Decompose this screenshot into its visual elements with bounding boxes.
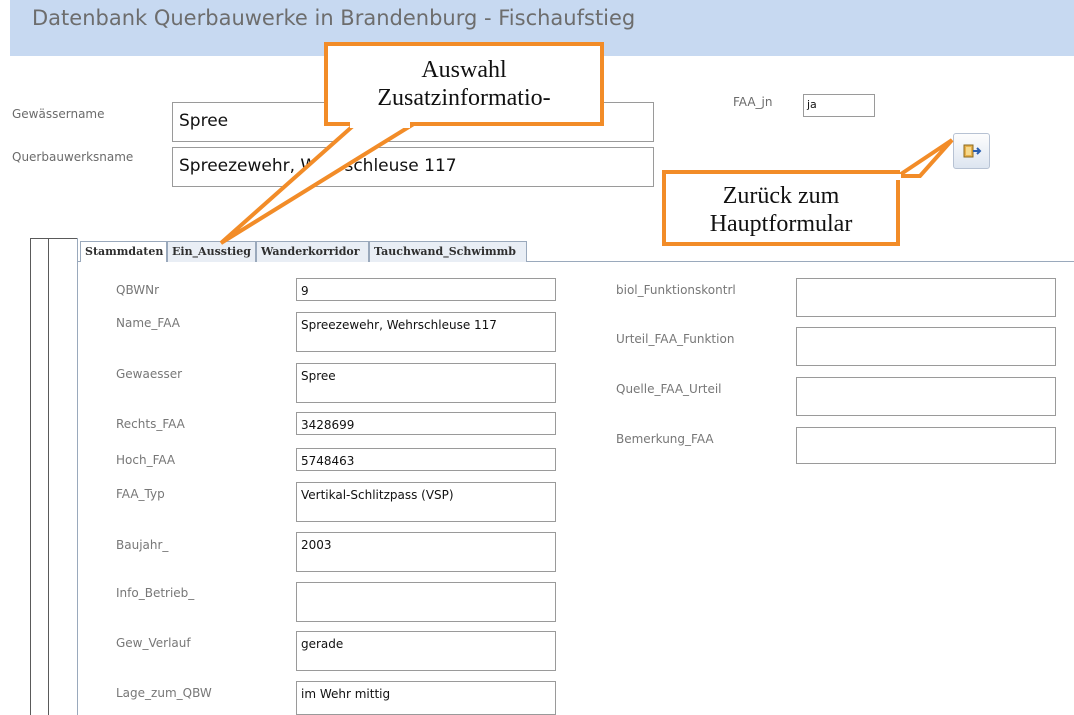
callout-join-mask-2 bbox=[893, 174, 901, 180]
auswahl-callout-line2: Zusatzinformatio- bbox=[377, 85, 551, 111]
auswahl-callout: Auswahl Zusatzinformatio- bbox=[324, 42, 604, 126]
auswahl-callout-line1: Auswahl bbox=[421, 57, 507, 83]
zurueck-callout-line1: Zurück zum bbox=[722, 183, 840, 209]
auswahl-callout-pointer bbox=[219, 123, 420, 245]
zurueck-callout-pointer bbox=[891, 138, 954, 178]
zurueck-callout: Zurück zum Hauptformular bbox=[662, 170, 900, 246]
callout-join-mask bbox=[350, 122, 410, 128]
zurueck-callout-line2: Hauptformular bbox=[709, 211, 853, 237]
